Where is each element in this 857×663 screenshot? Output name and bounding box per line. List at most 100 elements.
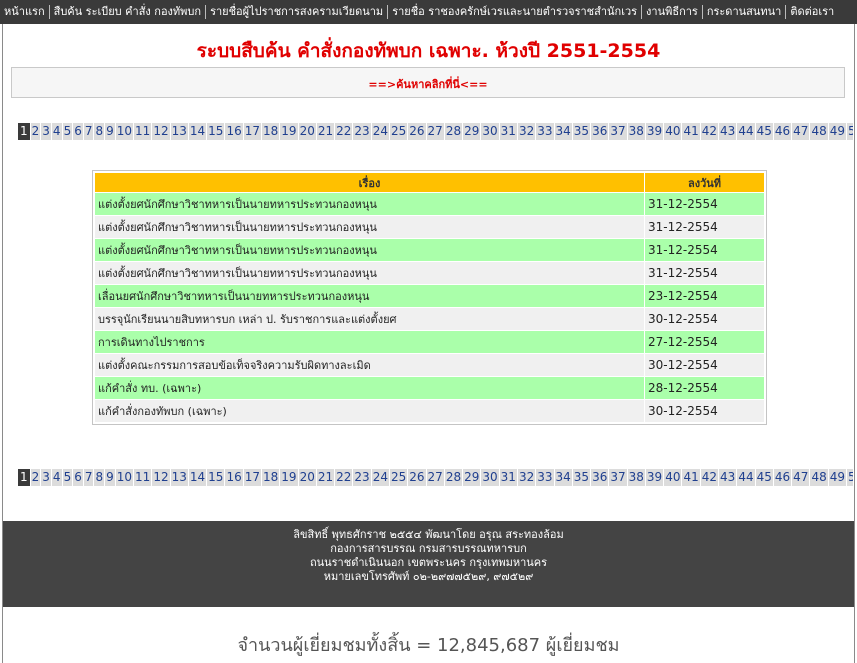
pager-page-link[interactable]: 2 (30, 122, 41, 140)
pager-page-link[interactable]: 36 (591, 122, 609, 140)
pager-page-link[interactable]: 22 (335, 468, 353, 486)
order-subject-link[interactable]: แต่งตั้งยศนักศึกษาวิชาทหารเป็นนายทหารประ… (95, 262, 644, 284)
pager-page-link[interactable]: 15 (207, 122, 225, 140)
pager-page-link[interactable]: 21 (316, 122, 335, 140)
pager-page-link[interactable]: 9 (105, 122, 115, 140)
pager-page-link[interactable]: 3 (41, 468, 51, 486)
pager-page-link[interactable]: 11 (134, 468, 152, 486)
pager-page-link[interactable]: 36 (591, 468, 609, 486)
pager-page-link[interactable]: 4 (51, 122, 62, 140)
pager-page-link[interactable]: 28 (444, 468, 463, 486)
pager-page-link[interactable]: 48 (810, 468, 828, 486)
pager-page-link[interactable]: 45 (755, 122, 773, 140)
pager-page-link[interactable]: 4 (51, 468, 62, 486)
pager-page-link[interactable]: 21 (316, 468, 335, 486)
pager-page-link[interactable]: 41 (682, 468, 700, 486)
pager-page-link[interactable]: 16 (225, 122, 243, 140)
pager-page-link[interactable]: 50 (847, 468, 853, 486)
pager-page-link[interactable]: 19 (280, 122, 298, 140)
order-subject-link[interactable]: แต่งตั้งยศนักศึกษาวิชาทหารเป็นนายทหารประ… (95, 239, 644, 261)
pager-page-link[interactable]: 40 (664, 468, 682, 486)
pager-page-link[interactable]: 49 (828, 122, 847, 140)
pager-page-link[interactable]: 41 (682, 122, 700, 140)
pager-page-link[interactable]: 27 (426, 122, 444, 140)
pager-page-link[interactable]: 49 (828, 468, 847, 486)
pager-page-link[interactable]: 5 (62, 122, 73, 140)
order-subject-link[interactable]: บรรจุนักเรียนนายสิบทหารบก เหล่า ป. รับรา… (95, 308, 644, 330)
pager-page-link[interactable]: 32 (517, 468, 536, 486)
pager-page-link[interactable]: 43 (719, 468, 737, 486)
pager-page-link[interactable]: 7 (83, 122, 94, 140)
pager-page-link[interactable]: 40 (664, 122, 682, 140)
order-subject-link[interactable]: แต่งตั้งยศนักศึกษาวิชาทหารเป็นนายทหารประ… (95, 216, 644, 238)
pager-page-link[interactable]: 3 (41, 122, 51, 140)
pager-page-link[interactable]: 10 (115, 122, 134, 140)
pager-page-link[interactable]: 33 (536, 122, 554, 140)
order-subject-link[interactable]: แต่งตั้งยศนักศึกษาวิชาทหารเป็นนายทหารประ… (95, 193, 644, 215)
pager-page-link[interactable]: 37 (609, 122, 627, 140)
pager-page-link[interactable]: 33 (536, 468, 554, 486)
pager-page-link[interactable]: 48 (810, 122, 828, 140)
pager-page-link[interactable]: 29 (463, 122, 481, 140)
pager-page-link[interactable]: 29 (463, 468, 481, 486)
pager-page-link[interactable]: 38 (627, 468, 645, 486)
pager-page-link[interactable]: 30 (481, 122, 499, 140)
pager-page-link[interactable]: 31 (499, 468, 517, 486)
pager-page-link[interactable]: 30 (481, 468, 499, 486)
pager-page-link[interactable]: 32 (517, 122, 536, 140)
pager-page-link[interactable]: 47 (792, 468, 810, 486)
nav-royal-guard-list[interactable]: รายชื่อ ราชองครักษ์เวรและนายตำรวจราชสำนั… (388, 5, 643, 19)
pager-page-link[interactable]: 19 (280, 468, 298, 486)
pager-page-link[interactable]: 25 (389, 122, 408, 140)
pager-page-link[interactable]: 35 (572, 122, 591, 140)
pager-page-link[interactable]: 12 (152, 122, 170, 140)
pager-page-link[interactable]: 26 (408, 122, 426, 140)
order-subject-link[interactable]: แก้คำสั่ง ทบ. (เฉพาะ) (95, 377, 644, 399)
pager-page-link[interactable]: 8 (94, 122, 105, 140)
pager-page-link[interactable]: 46 (773, 122, 792, 140)
pager-page-link[interactable]: 35 (572, 468, 591, 486)
pager-page-link[interactable]: 23 (353, 122, 371, 140)
pager-page-link[interactable]: 23 (353, 468, 371, 486)
pager-page-link[interactable]: 47 (792, 122, 810, 140)
pager-page-link[interactable]: 28 (444, 122, 463, 140)
pager-page-link[interactable]: 2 (30, 468, 41, 486)
pager-page-link[interactable]: 44 (737, 468, 755, 486)
pager-page-link[interactable]: 9 (105, 468, 115, 486)
pager-page-link[interactable]: 34 (554, 468, 572, 486)
pager-page-link[interactable]: 17 (243, 468, 262, 486)
pager-page-link[interactable]: 27 (426, 468, 444, 486)
pager-page-link[interactable]: 13 (170, 122, 188, 140)
pager-page-link[interactable]: 45 (755, 468, 773, 486)
pager-page-link[interactable]: 39 (645, 122, 664, 140)
pager-page-link[interactable]: 7 (83, 468, 94, 486)
pager-page-link[interactable]: 6 (73, 122, 83, 140)
pager-page-link[interactable]: 50 (847, 122, 853, 140)
pager-page-link[interactable]: 20 (298, 468, 316, 486)
pager-page-link[interactable]: 11 (134, 122, 152, 140)
order-subject-link[interactable]: เลื่อนยศนักศึกษาวิชาทหารเป็นนายทหารประทว… (95, 285, 644, 307)
pager-page-link[interactable]: 17 (243, 122, 262, 140)
pager-page-link[interactable]: 24 (371, 468, 389, 486)
pager-page-link[interactable]: 8 (94, 468, 105, 486)
pager-page-link[interactable]: 38 (627, 122, 645, 140)
pager-page-link[interactable]: 16 (225, 468, 243, 486)
order-subject-link[interactable]: การเดินทางไปราชการ (95, 331, 644, 353)
pager-page-link[interactable]: 18 (262, 468, 280, 486)
nav-contact[interactable]: ติดต่อเรา (786, 5, 838, 19)
pager-page-link[interactable]: 13 (170, 468, 188, 486)
pager-page-link[interactable]: 12 (152, 468, 170, 486)
pager-page-link[interactable]: 46 (773, 468, 792, 486)
pager-page-link[interactable]: 6 (73, 468, 83, 486)
pager-page-link[interactable]: 5 (62, 468, 73, 486)
pager-page-link[interactable]: 43 (719, 122, 737, 140)
pager-page-link[interactable]: 18 (262, 122, 280, 140)
pager-page-link[interactable]: 31 (499, 122, 517, 140)
pager-page-link[interactable]: 39 (645, 468, 664, 486)
nav-forum[interactable]: กระดานสนทนา (703, 5, 787, 19)
order-subject-link[interactable]: แต่งตั้งคณะกรรมการสอบข้อเท็จจริงความรับผ… (95, 354, 644, 376)
pager-page-link[interactable]: 25 (389, 468, 408, 486)
pager-page-link[interactable]: 14 (188, 468, 207, 486)
pager-page-link[interactable]: 42 (700, 122, 719, 140)
nav-search-orders[interactable]: สืบค้น ระเบียบ คำสั่ง กองทัพบก (50, 5, 207, 19)
